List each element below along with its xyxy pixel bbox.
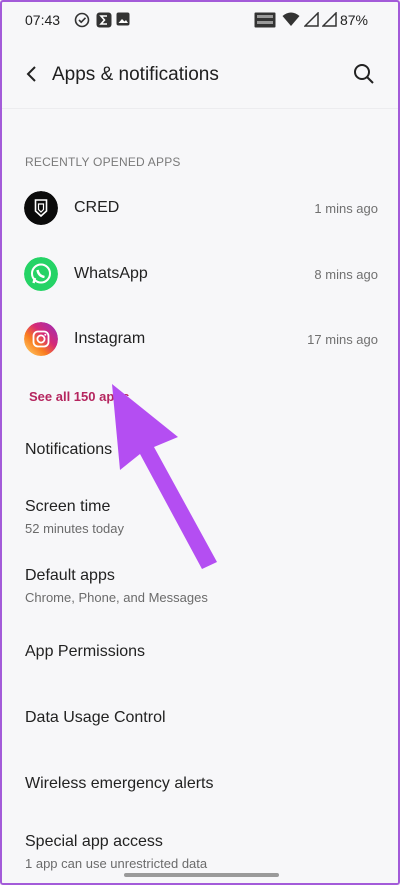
menu-special-app-access[interactable]: Special app access 1 app can use unrestr… bbox=[2, 821, 398, 881]
back-arrow-icon[interactable] bbox=[20, 62, 44, 86]
app-last-opened: 1 mins ago bbox=[314, 201, 378, 216]
status-time: 07:43 bbox=[25, 12, 61, 28]
menu-item-title: Wireless emergency alerts bbox=[25, 775, 214, 792]
gallery-icon bbox=[116, 12, 130, 26]
signal-icon bbox=[304, 12, 319, 27]
recent-app-instagram[interactable]: Instagram 17 mins ago bbox=[2, 308, 398, 370]
app-last-opened: 8 mins ago bbox=[314, 267, 378, 282]
app-name: CRED bbox=[74, 199, 120, 216]
app-last-opened: 17 mins ago bbox=[307, 332, 378, 347]
status-bar: 07:43 87% bbox=[2, 2, 398, 38]
app-name: Instagram bbox=[74, 330, 146, 347]
menu-item-subtitle: Chrome, Phone, and Messages bbox=[25, 590, 208, 605]
app-name: WhatsApp bbox=[74, 265, 148, 282]
recent-app-cred[interactable]: CRED 1 mins ago bbox=[2, 177, 398, 239]
recent-app-whatsapp[interactable]: WhatsApp 8 mins ago bbox=[2, 243, 398, 305]
menu-item-title: App Permissions bbox=[25, 643, 146, 660]
battery-level: 87% bbox=[339, 12, 368, 28]
search-icon[interactable] bbox=[352, 62, 376, 86]
cred-icon bbox=[24, 191, 58, 225]
menu-wireless-emergency-alerts[interactable]: Wireless emergency alerts bbox=[2, 763, 398, 807]
home-indicator bbox=[124, 873, 279, 877]
recent-apps-heading: RECENTLY OPENED APPS bbox=[25, 155, 181, 169]
menu-item-subtitle: 1 app can use unrestricted data bbox=[25, 856, 208, 871]
menu-app-permissions[interactable]: App Permissions bbox=[2, 631, 398, 675]
app-bar: Apps & notifications bbox=[2, 38, 398, 112]
annotation-arrow-icon bbox=[112, 384, 217, 569]
sync-check-icon bbox=[74, 12, 90, 28]
instagram-icon bbox=[24, 322, 58, 356]
menu-item-title: Special app access bbox=[25, 833, 163, 850]
menu-item-title: Data Usage Control bbox=[25, 709, 166, 726]
phone-frame: 07:43 87% Apps & notifications RECENTLY … bbox=[0, 0, 400, 885]
page-title: Apps & notifications bbox=[52, 64, 219, 85]
sigma-app-icon bbox=[96, 12, 112, 28]
volte-wifi-icon bbox=[254, 12, 276, 28]
wifi-icon bbox=[282, 12, 300, 26]
signal-2-icon bbox=[322, 12, 337, 27]
menu-data-usage-control[interactable]: Data Usage Control bbox=[2, 697, 398, 741]
whatsapp-icon bbox=[24, 257, 58, 291]
